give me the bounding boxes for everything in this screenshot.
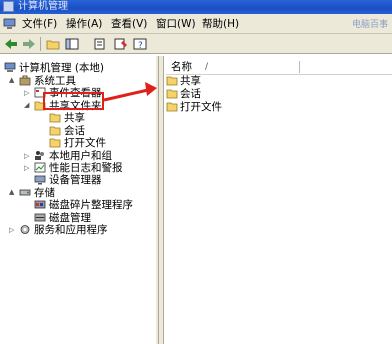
tree-services[interactable]: 服务和应用程序 [19, 223, 108, 236]
menu-bar: 文件(F) 操作(A) 查看(V) 窗口(W) 帮助(H) 电脑百事 [0, 14, 392, 34]
list-item[interactable]: 打开文件 [166, 100, 222, 113]
collapse-icon[interactable]: ▲ [9, 188, 14, 196]
expand-icon[interactable]: ▷ [9, 226, 14, 234]
storage-icon [19, 189, 31, 196]
console-tree-icon[interactable] [64, 36, 80, 52]
expand-icon[interactable]: ▷ [24, 89, 29, 97]
folder-icon [49, 113, 61, 123]
folder-icon [49, 126, 61, 136]
menu-help[interactable]: 帮助(H) [202, 17, 239, 31]
users-icon [35, 151, 44, 160]
column-name[interactable]: 名称 [171, 60, 192, 74]
properties-icon[interactable] [113, 36, 129, 52]
services-icon [20, 225, 30, 234]
title-bar: 计算机管理 [0, 0, 392, 14]
folder-icon [166, 102, 178, 112]
performance-icon [34, 162, 46, 173]
watermark-logo: 电脑百事 [351, 20, 388, 30]
computer-icon [4, 62, 16, 72]
back-icon[interactable] [3, 36, 19, 52]
defrag-icon [34, 200, 46, 209]
svg-text:?: ? [138, 41, 143, 50]
menu-file[interactable]: 文件(F) [22, 17, 57, 31]
collapse-icon[interactable]: ◢ [24, 101, 29, 109]
menu-window[interactable]: 窗口(W) [156, 17, 196, 31]
expand-icon[interactable]: ▷ [24, 164, 29, 172]
help-icon[interactable]: ? [132, 36, 148, 52]
menu-view[interactable]: 查看(V) [111, 17, 147, 31]
folder-icon [166, 76, 178, 86]
up-folder-icon[interactable] [45, 36, 61, 52]
tree-services-label: 服务和应用程序 [34, 224, 108, 236]
toolbox-icon [19, 75, 31, 86]
forward-icon[interactable] [21, 36, 37, 52]
export-icon[interactable] [92, 36, 108, 52]
list-item-label: 打开文件 [180, 101, 222, 113]
folder-icon [49, 138, 61, 148]
window-title: 计算机管理 [18, 1, 68, 12]
highlight-box [43, 92, 104, 110]
device-manager-icon [34, 175, 46, 185]
expand-icon[interactable]: ▷ [24, 152, 29, 160]
toolbar-separator [40, 37, 41, 51]
sort-indicator: / [205, 62, 209, 72]
column-divider[interactable] [299, 61, 300, 73]
toolbar: ? [0, 34, 392, 54]
folder-icon [166, 89, 178, 99]
menu-action[interactable]: 操作(A) [66, 17, 102, 31]
collapse-icon[interactable]: ▲ [9, 76, 14, 84]
app-icon [3, 1, 14, 12]
tree-device-manager-label: 设备管理器 [49, 174, 102, 186]
computer-management-icon[interactable] [3, 17, 16, 30]
